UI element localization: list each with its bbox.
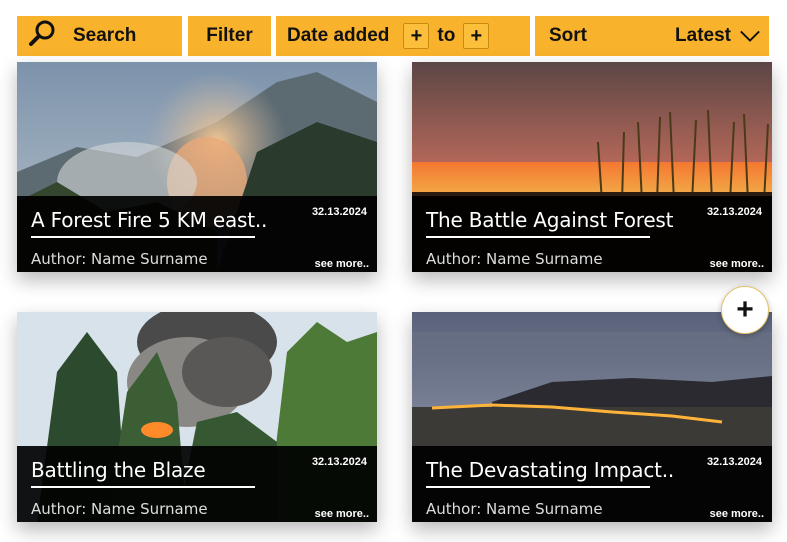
add-article-button[interactable]: + [721, 286, 769, 334]
date-to-label: to [437, 25, 456, 46]
chevron-down-icon [739, 29, 761, 43]
search-label: Search [73, 25, 137, 46]
title-underline [31, 236, 255, 238]
article-card[interactable]: The Devastating Impact.. 32.13.2024 Auth… [412, 312, 772, 522]
article-title[interactable]: The Battle Against Forest [426, 208, 673, 232]
article-author: Author: Name Surname [31, 500, 208, 518]
see-more-link[interactable]: see more.. [315, 258, 369, 270]
sort-label: Sort [549, 25, 587, 46]
see-more-link[interactable]: see more.. [315, 508, 369, 520]
article-author: Author: Name Surname [426, 250, 603, 268]
filter-label: Filter [206, 25, 253, 46]
sort-value: Latest [675, 25, 731, 46]
article-date: 32.13.2024 [706, 206, 762, 218]
article-title[interactable]: The Devastating Impact.. [426, 458, 674, 482]
article-title[interactable]: A Forest Fire 5 KM east.. [31, 208, 267, 232]
title-underline [426, 236, 650, 238]
sort-dropdown[interactable]: Sort Latest [535, 16, 769, 56]
date-to-button[interactable]: + [463, 23, 490, 49]
article-date: 32.13.2024 [706, 456, 762, 468]
title-underline [31, 486, 255, 488]
article-title[interactable]: Battling the Blaze [31, 458, 206, 482]
search-button[interactable]: Search [17, 16, 182, 56]
date-from-button[interactable]: + [403, 23, 430, 49]
article-card[interactable]: A Forest Fire 5 KM east.. 32.13.2024 Aut… [17, 62, 377, 272]
article-date: 32.13.2024 [311, 456, 367, 468]
see-more-link[interactable]: see more.. [710, 258, 764, 270]
search-icon [27, 19, 57, 53]
title-underline [426, 486, 650, 488]
filter-button[interactable]: Filter [188, 16, 271, 56]
article-card[interactable]: Battling the Blaze 32.13.2024 Author: Na… [17, 312, 377, 522]
article-author: Author: Name Surname [426, 500, 603, 518]
article-author: Author: Name Surname [31, 250, 208, 268]
date-added-label: Date added [287, 25, 390, 46]
article-date: 32.13.2024 [311, 206, 367, 218]
article-card[interactable]: The Battle Against Forest 32.13.2024 Aut… [412, 62, 772, 272]
see-more-link[interactable]: see more.. [710, 508, 764, 520]
date-added-filter: Date added + to + [276, 16, 530, 56]
